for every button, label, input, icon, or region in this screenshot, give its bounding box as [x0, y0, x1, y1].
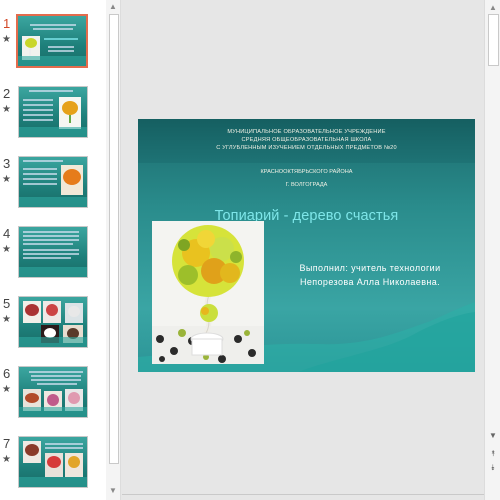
slide-thumbnail-6[interactable]: 6 ★ — [0, 366, 106, 430]
author-text[interactable]: Выполнил: учитель технологии Непорезова … — [270, 261, 470, 289]
slide-thumbnail-1[interactable]: 1 ★ — [0, 14, 106, 80]
animation-star-icon: ★ — [2, 244, 11, 255]
editor-divider — [122, 494, 484, 495]
scroll-up-arrow-icon[interactable]: ▲ — [488, 3, 498, 13]
topiary-photo[interactable] — [152, 221, 264, 364]
thumbnail-scrollbar[interactable]: ▲ ▼ — [106, 0, 121, 500]
scroll-down-arrow-icon[interactable]: ▼ — [487, 430, 499, 442]
thumbnail-preview — [18, 226, 88, 278]
slide-thumbnail-3[interactable]: 3 ★ — [0, 156, 106, 220]
slide-thumbnail-2[interactable]: 2 ★ — [0, 86, 106, 150]
slide-number: 1 — [3, 16, 11, 31]
scroll-down-arrow-icon[interactable]: ▼ — [108, 486, 118, 496]
slide-thumbnail-5[interactable]: 5 ★ — [0, 296, 106, 360]
slide-number: 6 — [3, 366, 11, 381]
school-name[interactable]: МУНИЦИПАЛЬНОЕ ОБРАЗОВАТЕЛЬНОЕ УЧРЕЖДЕНИЕ… — [178, 128, 435, 152]
animation-star-icon: ★ — [2, 104, 11, 115]
thumbnail-preview — [16, 14, 88, 68]
slide-number: 7 — [3, 436, 11, 451]
current-slide[interactable]: МУНИЦИПАЛЬНОЕ ОБРАЗОВАТЕЛЬНОЕ УЧРЕЖДЕНИЕ… — [138, 119, 475, 372]
next-slide-icon[interactable]: ⯯ — [487, 462, 499, 474]
animation-star-icon: ★ — [2, 314, 11, 325]
thumbnail-preview — [18, 86, 88, 138]
district-text[interactable]: КРАСНООКТЯБРЬСКОГО РАЙОНА — [138, 169, 475, 175]
thumbnail-preview — [18, 296, 88, 348]
slide-number: 5 — [3, 296, 11, 311]
slide-thumbnail-4[interactable]: 4 ★ — [0, 226, 106, 290]
slide-number: 2 — [3, 86, 11, 101]
thumbnail-preview — [18, 366, 88, 418]
slide-thumbnail-7[interactable]: 7 ★ — [0, 436, 106, 500]
animation-star-icon: ★ — [2, 384, 11, 395]
animation-star-icon: ★ — [2, 174, 11, 185]
scrollbar-thumb[interactable] — [488, 14, 499, 66]
thumbnail-preview — [18, 156, 88, 208]
editor-scrollbar[interactable]: ▲ ▼ ⯭ ⯯ — [484, 0, 500, 500]
topiary-image — [152, 221, 264, 364]
scroll-up-arrow-icon[interactable]: ▲ — [108, 2, 118, 12]
scrollbar-thumb[interactable] — [109, 14, 119, 464]
animation-star-icon: ★ — [2, 454, 11, 465]
slide-number: 3 — [3, 156, 11, 171]
slide-number: 4 — [3, 226, 11, 241]
previous-slide-icon[interactable]: ⯭ — [487, 448, 499, 460]
animation-star-icon: ★ — [2, 34, 11, 45]
city-text[interactable]: Г. ВОЛГОГРАДА — [138, 182, 475, 188]
slide-thumbnail-pane: 1 ★ 2 ★ 3 ★ 4 ★ 5 ★ 6 ★ 7 ★ — [0, 0, 107, 500]
thumbnail-preview — [18, 436, 88, 488]
